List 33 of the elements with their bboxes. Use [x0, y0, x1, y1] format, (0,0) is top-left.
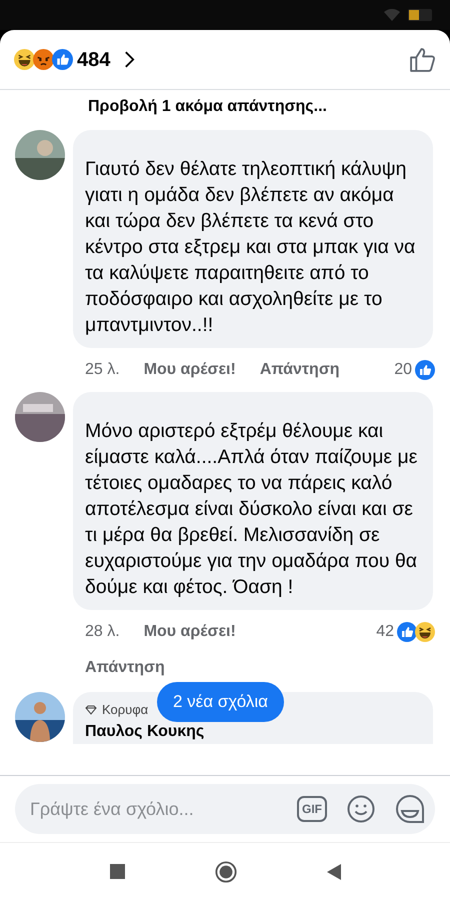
comment-time: 25 λ.	[85, 360, 120, 380]
recents-icon[interactable]	[110, 864, 124, 879]
back-icon[interactable]	[326, 864, 340, 880]
comment-text: Μόνο αριστερό εξτρέμ θέλουμε και είμαστε καλά....Απλά όταν παίζουμε με τέτοιες ομαδαρες το να πάρεις καλό αποτέλεσμα είναι δύσκολο είναι και σε τι μέρα θα βρεθεί. Μελισσανίδη σε ευχαριστούμε για την ομαδάρα που θα δούμε και φέτος. Όαση !	[85, 419, 418, 600]
like-link[interactable]: Μου αρέσει!	[144, 620, 236, 644]
like-link[interactable]: Μου αρέσει!	[144, 358, 236, 382]
reaction-count[interactable]: 484	[77, 44, 110, 74]
angry-reaction-icon	[33, 49, 54, 70]
chevron-right-icon[interactable]	[124, 50, 136, 69]
view-more-replies-link[interactable]: Προβολή 1 ακόμα απάντησης...	[88, 95, 327, 120]
wifi-icon	[384, 9, 400, 21]
reply-link[interactable]: Απάντηση	[260, 358, 340, 382]
comment-text: Γιαυτό δεν θέλατε τηλεοπτική κάλυψη γιατι η ομάδα δεν βλέπετε αν ακόμα και τώρα δεν βλέπετε τα κενά στο κέντρο στα εξτρεμ και στα μπακ για να τα καλύψετε παραιτηθειτε από το ποδόσφαιρο και ασχοληθείτε με το μπαντμιντον..!!	[85, 157, 416, 338]
comment-input-field[interactable]: Γράψτε ένα σχόλιο... GIF	[15, 784, 435, 834]
home-icon[interactable]	[214, 860, 236, 882]
gif-button[interactable]: GIF	[297, 796, 327, 822]
battery-icon	[408, 9, 434, 21]
laughing-reaction-icon	[14, 49, 35, 70]
comment-reaction-count[interactable]: 20	[394, 358, 412, 382]
badge-label: Κορυφα	[102, 701, 148, 719]
comment-author[interactable]: Παυλος Κουκης	[85, 720, 421, 744]
sticker-icon[interactable]	[395, 794, 425, 824]
laughing-reaction-icon	[415, 622, 435, 642]
comment-reaction-count[interactable]: 42	[376, 620, 394, 644]
thumbs-up-icon[interactable]	[409, 46, 436, 73]
like-reaction-icon	[52, 49, 73, 70]
new-comments-button[interactable]: 2 νέα σχόλια	[157, 682, 284, 722]
like-reaction-icon	[397, 622, 417, 642]
reply-link[interactable]: Απάντηση	[85, 656, 165, 680]
smiley-icon[interactable]	[347, 795, 375, 823]
like-reaction-icon	[415, 360, 435, 380]
diamond-icon	[85, 704, 97, 715]
comment-time: 28 λ.	[85, 622, 120, 642]
